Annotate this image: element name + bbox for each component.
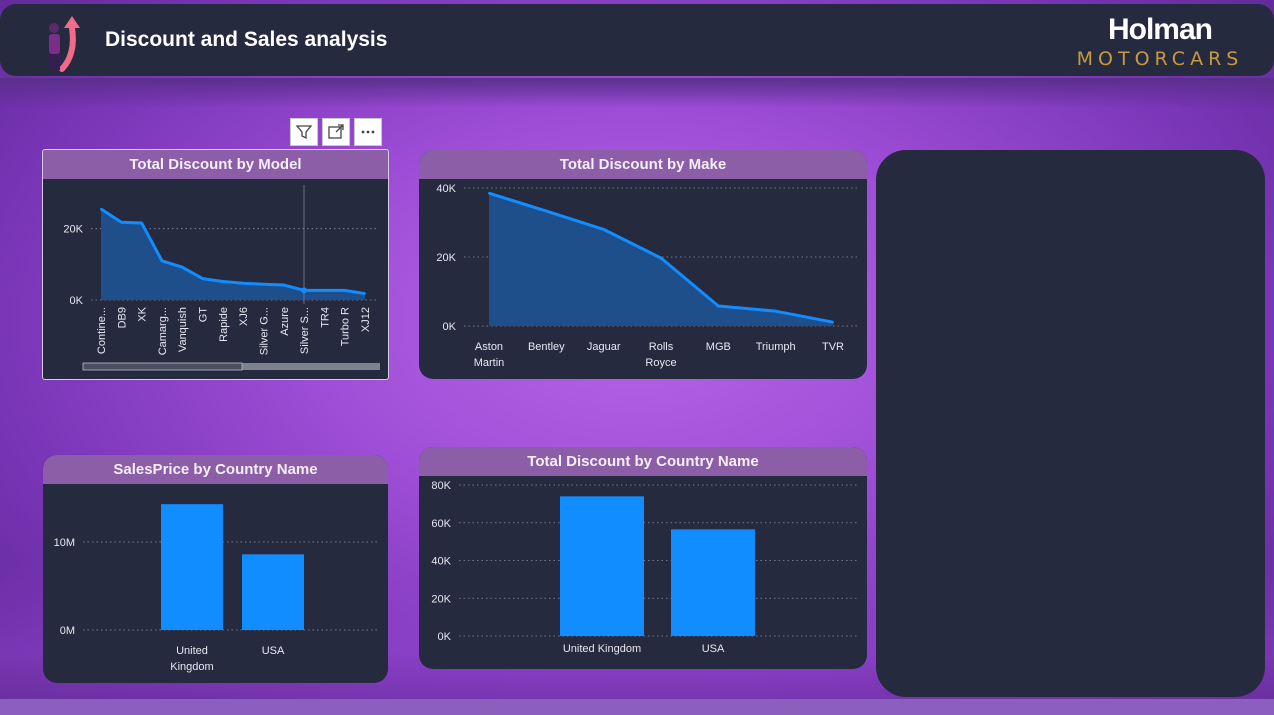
y-tick-label: 20K	[63, 224, 83, 236]
scrollbar-thumb	[82, 362, 243, 371]
x-tick-label: USA	[702, 643, 725, 655]
data-point	[221, 280, 224, 283]
header-shadow	[0, 78, 1274, 108]
x-tick-label: Contine...	[96, 307, 108, 354]
data-point	[343, 289, 346, 292]
x-tick-label: TVR	[822, 341, 844, 353]
hover-point	[301, 287, 308, 294]
discount-by-model-chart[interactable]: 0K 20K Contine... DB9 XK Camarg... Vanquish GT R…	[43, 179, 388, 379]
x-tick-label: Jaguar	[587, 341, 621, 353]
data-point	[120, 221, 123, 224]
data-point	[602, 228, 605, 231]
page-title: Discount and Sales analysis	[105, 28, 388, 51]
x-tick-label: DB9	[116, 307, 128, 328]
y-tick-label: 60K	[431, 518, 451, 530]
chart-title: Total Discount by Make	[419, 150, 867, 179]
x-tick-label: XJ12	[360, 307, 372, 332]
brand-subtitle: MOTORCARS	[1076, 48, 1244, 70]
data-point	[140, 221, 143, 224]
data-point	[545, 210, 548, 213]
data-point	[774, 310, 777, 313]
y-tick-label: 10M	[54, 537, 75, 549]
brand-name: Holman	[1107, 13, 1213, 46]
y-tick-label: 0K	[443, 321, 457, 333]
x-tick-label: MGB	[706, 341, 731, 353]
data-point	[282, 284, 285, 287]
y-tick-label: 80K	[431, 480, 451, 492]
discount-by-make-chart[interactable]: 0K 20K 40K Aston Martin Bentley Jaguar Rolls Roy…	[419, 179, 867, 379]
chart-card-discount-by-model[interactable]: Total Discount by Model 0K 20K Contine... D…	[42, 149, 389, 380]
chart-card-salesprice-by-country[interactable]: SalesPrice by Country Name 0M 10M United Ki…	[43, 455, 388, 683]
data-point	[181, 266, 184, 269]
chart-title: SalesPrice by Country Name	[43, 455, 388, 484]
y-tick-label: 40K	[436, 183, 456, 195]
y-tick-label: 0K	[438, 631, 452, 643]
x-tick-label: Silver S...	[299, 307, 311, 354]
y-tick-label: 20K	[436, 252, 456, 264]
bar	[560, 496, 644, 636]
data-point	[717, 304, 720, 307]
more-options-button[interactable]	[354, 118, 382, 146]
x-tick-label: TR4	[319, 307, 331, 328]
filter-button[interactable]	[290, 118, 318, 146]
empty-visual-panel	[876, 150, 1265, 697]
bar	[242, 554, 304, 630]
chart-card-discount-by-country[interactable]: Total Discount by Country Name 0K 20K 40K 6…	[419, 447, 867, 669]
focus-mode-icon	[328, 124, 344, 139]
x-tick-label: Triumph	[756, 341, 796, 353]
x-tick-label: Turbo R	[340, 307, 352, 346]
x-tick-label: Rapide	[218, 307, 230, 342]
visual-header-toolbar	[290, 118, 382, 146]
chart-card-discount-by-make[interactable]: Total Discount by Make 0K 20K 40K Aston Mart…	[419, 150, 867, 379]
bottom-strip	[0, 699, 1274, 715]
y-tick-label: 20K	[431, 593, 451, 605]
y-tick-label: 40K	[431, 556, 451, 568]
data-point	[262, 283, 265, 286]
data-point	[364, 292, 366, 295]
filter-icon	[295, 125, 313, 140]
data-point	[660, 257, 662, 260]
y-tick-label: 0K	[70, 295, 84, 307]
data-point	[832, 321, 834, 324]
chart-title: Total Discount by Model	[43, 150, 388, 179]
x-tick-label: Rolls Royce	[645, 341, 676, 369]
chart-title: Total Discount by Country Name	[419, 447, 867, 476]
y-tick-label: 0M	[60, 625, 75, 637]
more-options-icon	[361, 130, 375, 134]
x-tick-label: GT	[198, 307, 210, 323]
x-tick-label: XJ6	[238, 307, 250, 326]
x-tick-label: United Kingdom	[563, 643, 641, 655]
data-point	[100, 208, 102, 211]
focus-mode-button[interactable]	[322, 118, 350, 146]
bar	[161, 504, 223, 630]
x-tick-label: Silver G...	[258, 307, 270, 355]
x-tick-label: Camarg...	[157, 307, 169, 355]
growth-person-icon	[49, 16, 80, 72]
data-point	[323, 289, 326, 292]
brand-logo: Holman MOTORCARS	[1065, 12, 1255, 70]
x-tick-label: XK	[137, 306, 149, 321]
data-point	[201, 277, 204, 280]
salesprice-by-country-chart[interactable]: 0M 10M United Kingdom USA	[43, 484, 388, 683]
data-point	[242, 282, 245, 285]
x-tick-label: Azure	[279, 307, 291, 336]
x-tick-label: Aston Martin	[474, 341, 505, 369]
data-point	[160, 259, 163, 262]
data-point	[488, 192, 490, 195]
bar	[671, 529, 755, 636]
x-tick-label: USA	[262, 645, 285, 657]
report-header: Discount and Sales analysis Holman MOTOR…	[0, 4, 1274, 76]
x-tick-label: United Kingdom	[170, 645, 213, 673]
x-tick-label: Vanquish	[177, 307, 189, 352]
x-tick-label: Bentley	[528, 341, 565, 353]
discount-by-country-chart[interactable]: 0K 20K 40K 60K 80K United Kingdom USA	[419, 476, 867, 669]
